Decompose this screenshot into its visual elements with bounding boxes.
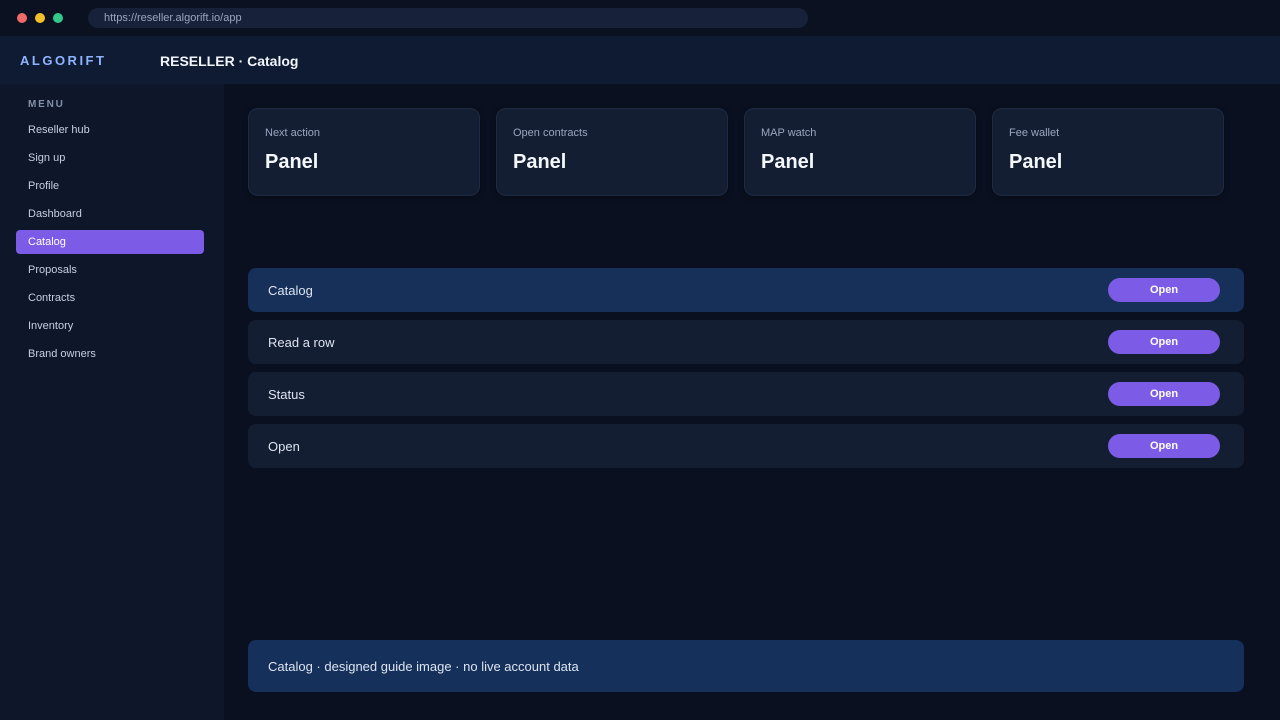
sidebar-item-inventory[interactable]: Inventory (16, 314, 204, 338)
sidebar-item-sign-up[interactable]: Sign up (16, 146, 204, 170)
sidebar-menu: Reseller hub Sign up Profile Dashboard C… (16, 118, 204, 370)
main-content: Next action Panel Open contracts Panel M… (224, 84, 1280, 720)
maximize-window-dot[interactable] (53, 13, 63, 23)
list-item-status: Status Open (248, 372, 1244, 416)
card-open-contracts: Open contracts Panel (496, 108, 728, 196)
browser-chrome: https://reseller.algorift.io/app (0, 0, 1280, 36)
minimize-window-dot[interactable] (35, 13, 45, 23)
close-window-dot[interactable] (17, 13, 27, 23)
sidebar-item-reseller-hub[interactable]: Reseller hub (16, 118, 204, 142)
list-item-label: Read a row (268, 335, 335, 350)
list-item-label: Catalog (268, 283, 313, 298)
brand-logo[interactable]: ALGORIFT (20, 36, 106, 86)
open-button[interactable]: Open (1108, 382, 1220, 406)
card-label: Fee wallet (1009, 127, 1060, 139)
card-fee-wallet: Fee wallet Panel (992, 108, 1224, 196)
card-value: Panel (513, 151, 567, 173)
open-button[interactable]: Open (1108, 434, 1220, 458)
card-value: Panel (265, 151, 319, 173)
sidebar-item-profile[interactable]: Profile (16, 174, 204, 198)
sidebar-item-catalog[interactable]: Catalog (16, 230, 204, 254)
list-item-label: Status (268, 387, 305, 402)
footer-banner: Catalog · designed guide image · no live… (248, 640, 1244, 692)
card-next-action: Next action Panel (248, 108, 480, 196)
card-label: Next action (265, 127, 321, 139)
card-map-watch: MAP watch Panel (744, 108, 976, 196)
list-item-label: Open (268, 439, 300, 454)
page-title: RESELLER · Catalog (160, 53, 299, 69)
footer-note: Catalog · designed guide image · no live… (268, 659, 579, 674)
open-button[interactable]: Open (1108, 330, 1220, 354)
list-item-catalog: Catalog Open (248, 268, 1244, 312)
open-button[interactable]: Open (1108, 278, 1220, 302)
list-item-open: Open Open (248, 424, 1244, 468)
sidebar: MENU Reseller hub Sign up Profile Dashbo… (0, 84, 224, 720)
card-value: Panel (1009, 151, 1063, 173)
sidebar-item-contracts[interactable]: Contracts (16, 286, 204, 310)
app-header: ALGORIFT RESELLER · Catalog (0, 36, 1280, 84)
card-value: Panel (761, 151, 815, 173)
menu-heading: MENU (28, 99, 65, 110)
list-item-read-a-row: Read a row Open (248, 320, 1244, 364)
card-label: MAP watch (761, 127, 817, 139)
address-bar[interactable]: https://reseller.algorift.io/app (88, 8, 808, 28)
card-label: Open contracts (513, 127, 588, 139)
sidebar-item-dashboard[interactable]: Dashboard (16, 202, 204, 226)
sidebar-item-brand-owners[interactable]: Brand owners (16, 342, 204, 366)
sidebar-item-proposals[interactable]: Proposals (16, 258, 204, 282)
